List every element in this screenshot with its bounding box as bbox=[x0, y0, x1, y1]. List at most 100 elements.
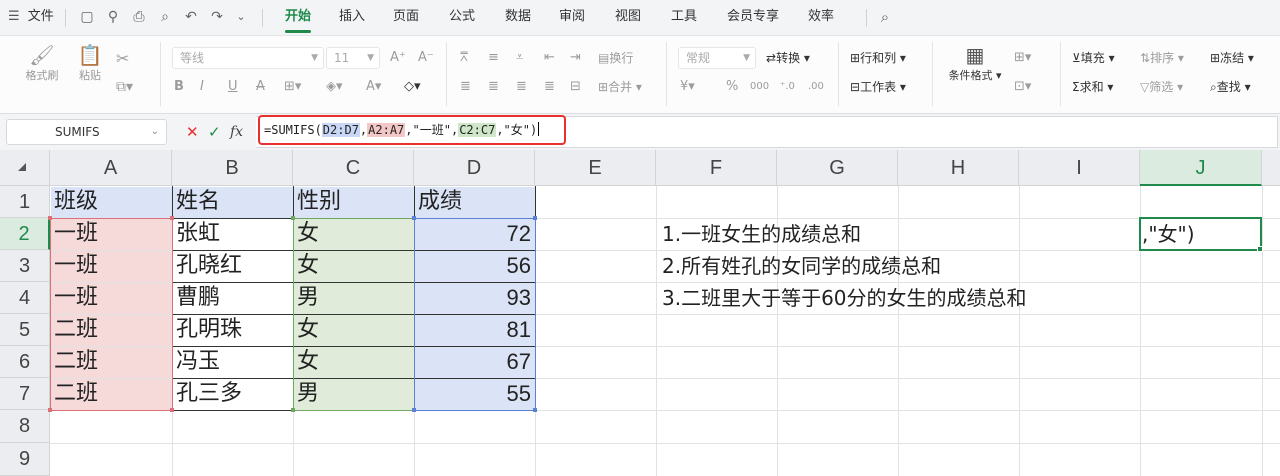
tab-formulas[interactable]: 公式 bbox=[442, 0, 482, 36]
conditional-format-button[interactable]: ▦ 条件格式 ▾ bbox=[944, 42, 1006, 84]
redo-icon[interactable]: ↷ bbox=[208, 8, 226, 26]
column-header-h[interactable]: H bbox=[898, 150, 1019, 186]
cell-c4[interactable]: 男 bbox=[293, 282, 414, 314]
name-box[interactable]: SUMIFS ⌄ bbox=[6, 119, 167, 145]
cell-b4[interactable]: 曹鹏 bbox=[172, 282, 293, 314]
cell-d4[interactable]: 93 bbox=[414, 282, 535, 314]
save-icon[interactable]: ▢ bbox=[78, 8, 96, 26]
file-menu[interactable]: ☰ 文件 bbox=[8, 0, 54, 36]
cell-b2[interactable]: 张虹 bbox=[172, 218, 293, 250]
cell-c6[interactable]: 女 bbox=[293, 346, 414, 378]
tab-home[interactable]: 开始 bbox=[278, 0, 318, 36]
row-header-7[interactable]: 7 bbox=[0, 378, 50, 410]
font-color-icon[interactable]: A▾ bbox=[366, 78, 381, 96]
column-header-b[interactable]: B bbox=[172, 150, 293, 186]
tab-page[interactable]: 页面 bbox=[386, 0, 426, 36]
row-header-9[interactable]: 9 bbox=[0, 443, 50, 476]
align-bottom-icon[interactable]: ⩡ bbox=[516, 49, 523, 67]
cell-a3[interactable]: 一班 bbox=[50, 250, 172, 282]
column-header-d[interactable]: D bbox=[414, 150, 535, 186]
cell-a6[interactable]: 二班 bbox=[50, 346, 172, 378]
justify-icon[interactable]: ≣ bbox=[544, 78, 555, 96]
decrease-decimal-icon[interactable]: .00 bbox=[808, 78, 824, 96]
tab-tools[interactable]: 工具 bbox=[664, 0, 704, 36]
tab-data[interactable]: 数据 bbox=[498, 0, 538, 36]
font-size-select[interactable]: 11 ▼ bbox=[326, 47, 380, 69]
rows-cols-button[interactable]: ⊞行和列 ▾ bbox=[850, 49, 906, 67]
cell-a2[interactable]: 一班 bbox=[50, 218, 172, 250]
cell-a4[interactable]: 一班 bbox=[50, 282, 172, 314]
cut-icon[interactable]: ✂ bbox=[116, 50, 129, 68]
percent-icon[interactable]: % bbox=[726, 78, 738, 96]
align-middle-icon[interactable]: ≡ bbox=[488, 49, 499, 67]
wrap-text-button[interactable]: ▤换行 bbox=[598, 49, 633, 67]
column-header-e[interactable]: E bbox=[535, 150, 656, 186]
column-header-g[interactable]: G bbox=[777, 150, 898, 186]
cell-c7[interactable]: 男 bbox=[293, 378, 414, 410]
worksheet-button[interactable]: ⊟工作表 ▾ bbox=[850, 78, 906, 96]
cell-f3[interactable]: 2.所有姓孔的女同学的成绩总和 bbox=[656, 250, 941, 282]
confirm-icon[interactable]: ✓ bbox=[208, 122, 221, 142]
column-header-k[interactable] bbox=[1262, 150, 1280, 186]
italic-icon[interactable]: I bbox=[200, 78, 204, 96]
column-header-i[interactable]: I bbox=[1019, 150, 1140, 186]
export-pdf-icon[interactable]: ⚲ bbox=[104, 8, 122, 26]
filter-button[interactable]: ▽筛选 ▾ bbox=[1140, 78, 1183, 96]
sort-button[interactable]: ⇅排序 ▾ bbox=[1140, 49, 1184, 67]
undo-icon[interactable]: ↶ bbox=[182, 8, 200, 26]
cell-b1[interactable]: 姓名 bbox=[172, 186, 293, 218]
row-header-3[interactable]: 3 bbox=[0, 250, 50, 282]
cell-c5[interactable]: 女 bbox=[293, 314, 414, 346]
formula-text[interactable]: =SUMIFS(D2:D7,A2:A7,"一班",C2:C7,"女") bbox=[264, 120, 540, 140]
align-center-icon[interactable]: ≣ bbox=[488, 78, 499, 96]
select-all-button[interactable] bbox=[0, 150, 50, 186]
format-painter-button[interactable]: 🖌 格式刷 bbox=[22, 42, 62, 84]
cell-a7[interactable]: 二班 bbox=[50, 378, 172, 410]
borders-icon[interactable]: ⊞▾ bbox=[284, 78, 301, 96]
print-icon[interactable]: ⎙ bbox=[130, 8, 148, 26]
fill-handle[interactable] bbox=[1257, 246, 1263, 252]
increase-decimal-icon[interactable]: ⁺.0 bbox=[780, 78, 795, 96]
freeze-button[interactable]: ⊞冻结 ▾ bbox=[1210, 49, 1254, 67]
cell-b3[interactable]: 孔晓红 bbox=[172, 250, 293, 282]
cell-f4[interactable]: 3.二班里大于等于60分的女生的成绩总和 bbox=[656, 282, 1027, 314]
cell-d2[interactable]: 72 bbox=[414, 218, 535, 250]
spreadsheet-grid[interactable]: A B C D E F G H I J 1 2 3 4 5 6 7 8 9 班级… bbox=[0, 150, 1280, 476]
cell-d5[interactable]: 81 bbox=[414, 314, 535, 346]
cell-a1[interactable]: 班级 bbox=[50, 186, 172, 218]
sum-button[interactable]: Σ求和 ▾ bbox=[1072, 78, 1113, 96]
row-header-6[interactable]: 6 bbox=[0, 346, 50, 378]
cell-d6[interactable]: 67 bbox=[414, 346, 535, 378]
tab-efficiency[interactable]: 效率 bbox=[801, 0, 841, 36]
tab-membership[interactable]: 会员专享 bbox=[722, 0, 784, 36]
column-header-j[interactable]: J bbox=[1140, 150, 1262, 186]
distribute-icon[interactable]: ⊟ bbox=[570, 78, 581, 96]
column-header-a[interactable]: A bbox=[50, 150, 172, 186]
search-icon[interactable]: ⌕ bbox=[876, 8, 894, 26]
number-format-select[interactable]: 常规 ▼ bbox=[678, 47, 756, 69]
table-style-icon[interactable]: ⊡▾ bbox=[1014, 78, 1031, 96]
cell-d3[interactable]: 56 bbox=[414, 250, 535, 282]
decrease-font-icon[interactable]: A⁻ bbox=[418, 49, 434, 67]
font-name-select[interactable]: 等线 ▼ bbox=[172, 47, 324, 69]
row-header-2[interactable]: 2 bbox=[0, 218, 50, 250]
increase-font-icon[interactable]: A⁺ bbox=[390, 49, 406, 67]
tab-view[interactable]: 视图 bbox=[608, 0, 648, 36]
merge-button[interactable]: ⊞合并 ▾ bbox=[598, 78, 642, 96]
cancel-icon[interactable]: ✕ bbox=[186, 122, 199, 142]
underline-icon[interactable]: U bbox=[228, 78, 238, 96]
cell-d7[interactable]: 55 bbox=[414, 378, 535, 410]
align-left-icon[interactable]: ≣ bbox=[460, 78, 471, 96]
cell-style-icon[interactable]: ⊞▾ bbox=[1014, 49, 1031, 67]
clear-format-icon[interactable]: ◇▾ bbox=[404, 78, 421, 96]
customize-dropdown-icon[interactable]: ⌄ bbox=[232, 8, 250, 26]
find-button[interactable]: ⌕查找 ▾ bbox=[1210, 78, 1251, 96]
fill-color-icon[interactable]: ◈▾ bbox=[326, 78, 343, 96]
paste-button[interactable]: 📋 粘贴 bbox=[70, 42, 110, 84]
insert-function-icon[interactable]: fx bbox=[230, 122, 243, 142]
tab-insert[interactable]: 插入 bbox=[332, 0, 372, 36]
cell-f2[interactable]: 1.一班女生的成绩总和 bbox=[656, 218, 861, 250]
column-header-f[interactable]: F bbox=[656, 150, 777, 186]
indent-decrease-icon[interactable]: ⇤ bbox=[544, 49, 555, 67]
indent-increase-icon[interactable]: ⇥ bbox=[570, 49, 581, 67]
